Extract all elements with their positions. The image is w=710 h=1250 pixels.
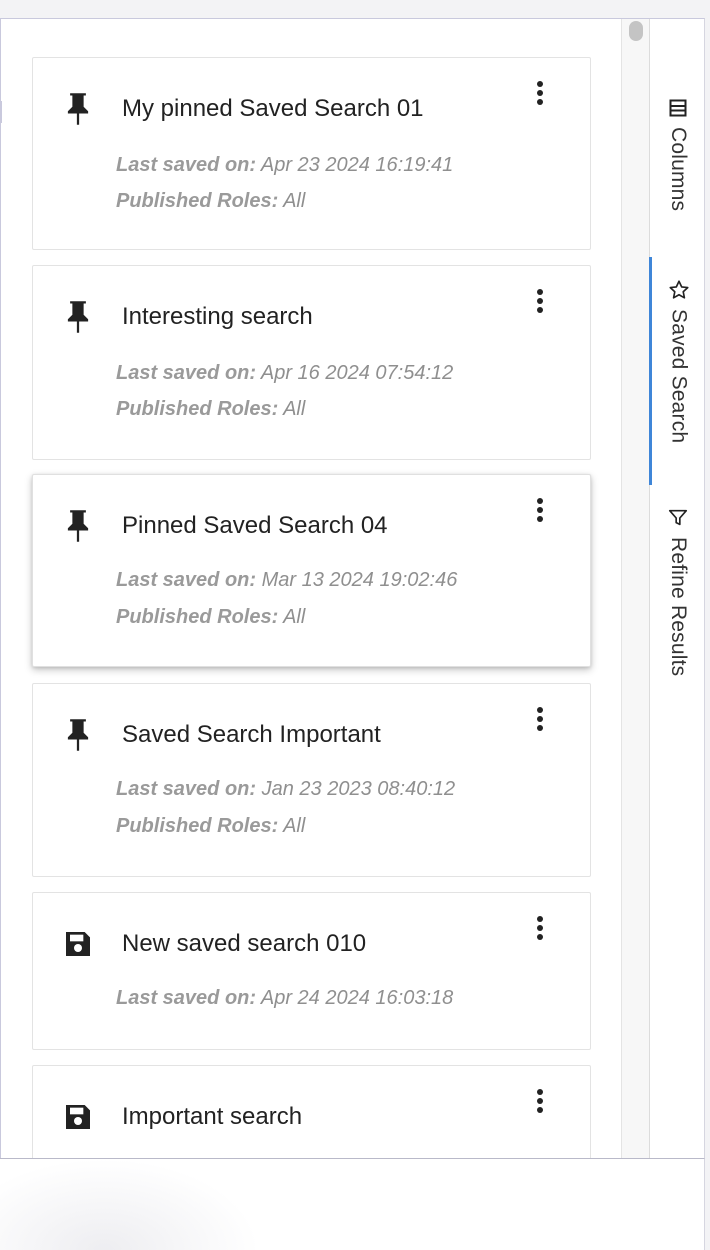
- last-saved-value: Apr 23 2024 16:19:41: [260, 154, 454, 176]
- saved-search-card[interactable]: Pinned Saved Search 04 Last saved on: Ma…: [32, 474, 591, 667]
- last-saved-line: Last saved on: Apr 16 2024 07:54:12: [116, 362, 453, 385]
- more-options-icon[interactable]: [530, 78, 550, 108]
- published-roles-label: Published Roles:: [116, 815, 279, 837]
- save-icon: [61, 925, 95, 963]
- last-saved-label: Last saved on:: [116, 987, 257, 1009]
- more-options-icon[interactable]: [530, 704, 550, 734]
- saved-search-title[interactable]: Important search: [122, 1103, 302, 1131]
- vertical-scrollbar[interactable]: [621, 19, 649, 1159]
- last-saved-label: Last saved on:: [116, 569, 257, 591]
- star-icon: [668, 279, 690, 301]
- pin-icon: [61, 716, 95, 754]
- more-options-icon[interactable]: [530, 913, 550, 943]
- last-saved-value: Apr 16 2024 07:54:12: [260, 362, 454, 384]
- saved-search-card[interactable]: Interesting search Last saved on: Apr 16…: [32, 265, 591, 460]
- last-saved-value: Mar 13 2024 19:02:46: [261, 569, 458, 591]
- more-options-icon[interactable]: [530, 495, 550, 525]
- more-options-icon[interactable]: [530, 286, 550, 316]
- saved-search-title[interactable]: New saved search 010: [122, 930, 366, 958]
- last-saved-label: Last saved on:: [116, 778, 257, 800]
- last-saved-value: Jan 23 2023 08:40:12: [261, 778, 456, 800]
- pin-icon: [61, 90, 95, 128]
- tab-saved-search-label: Saved Search: [667, 309, 691, 444]
- pin-icon: [61, 298, 95, 336]
- last-saved-line: Last saved on: Jan 23 2023 08:40:12: [116, 778, 455, 801]
- published-roles-line: Published Roles: All: [116, 398, 305, 421]
- published-roles-label: Published Roles:: [116, 398, 279, 420]
- last-saved-line: Last saved on: Mar 13 2024 19:02:46: [116, 569, 457, 592]
- published-roles-line: Published Roles: All: [116, 606, 305, 629]
- published-roles-label: Published Roles:: [116, 606, 279, 628]
- published-roles-label: Published Roles:: [116, 190, 279, 212]
- tab-refine-results[interactable]: Refine Results: [650, 507, 704, 677]
- saved-search-card[interactable]: Important search: [32, 1065, 591, 1159]
- pin-icon: [61, 507, 95, 545]
- more-options-icon[interactable]: [530, 1086, 550, 1116]
- tab-refine-results-label: Refine Results: [667, 537, 690, 677]
- tab-saved-search[interactable]: Saved Search: [649, 257, 704, 485]
- tab-columns-label: Columns: [667, 127, 690, 212]
- bottom-shadow: [0, 1158, 260, 1250]
- side-tab-bar: Columns Saved Search Refine Results: [649, 19, 704, 1159]
- published-roles-value: All: [283, 815, 306, 837]
- scrollbar-thumb[interactable]: [629, 21, 643, 41]
- last-saved-line: Last saved on: Apr 23 2024 16:19:41: [116, 154, 453, 177]
- saved-search-title[interactable]: My pinned Saved Search 01: [122, 95, 424, 123]
- tab-columns[interactable]: Columns: [650, 97, 704, 212]
- save-icon: [61, 1098, 95, 1136]
- saved-search-card[interactable]: My pinned Saved Search 01 Last saved on:…: [32, 57, 591, 250]
- filter-icon: [667, 507, 689, 529]
- published-roles-value: All: [283, 398, 306, 420]
- saved-search-title[interactable]: Interesting search: [122, 303, 313, 331]
- saved-search-title[interactable]: Pinned Saved Search 04: [122, 512, 388, 540]
- saved-search-card[interactable]: New saved search 010 Last saved on: Apr …: [32, 892, 591, 1050]
- last-saved-label: Last saved on:: [116, 362, 257, 384]
- last-saved-label: Last saved on:: [116, 154, 257, 176]
- saved-search-list: My pinned Saved Search 01 Last saved on:…: [1, 19, 621, 1159]
- saved-search-title[interactable]: Saved Search Important: [122, 721, 381, 749]
- saved-search-card[interactable]: Saved Search Important Last saved on: Ja…: [32, 683, 591, 877]
- last-saved-line: Last saved on: Apr 24 2024 16:03:18: [116, 987, 453, 1010]
- columns-icon: [667, 97, 689, 119]
- published-roles-value: All: [283, 606, 306, 628]
- published-roles-value: All: [283, 190, 306, 212]
- published-roles-line: Published Roles: All: [116, 190, 305, 213]
- saved-search-panel: My pinned Saved Search 01 Last saved on:…: [0, 18, 705, 1160]
- last-saved-value: Apr 24 2024 16:03:18: [260, 987, 454, 1009]
- published-roles-line: Published Roles: All: [116, 815, 305, 838]
